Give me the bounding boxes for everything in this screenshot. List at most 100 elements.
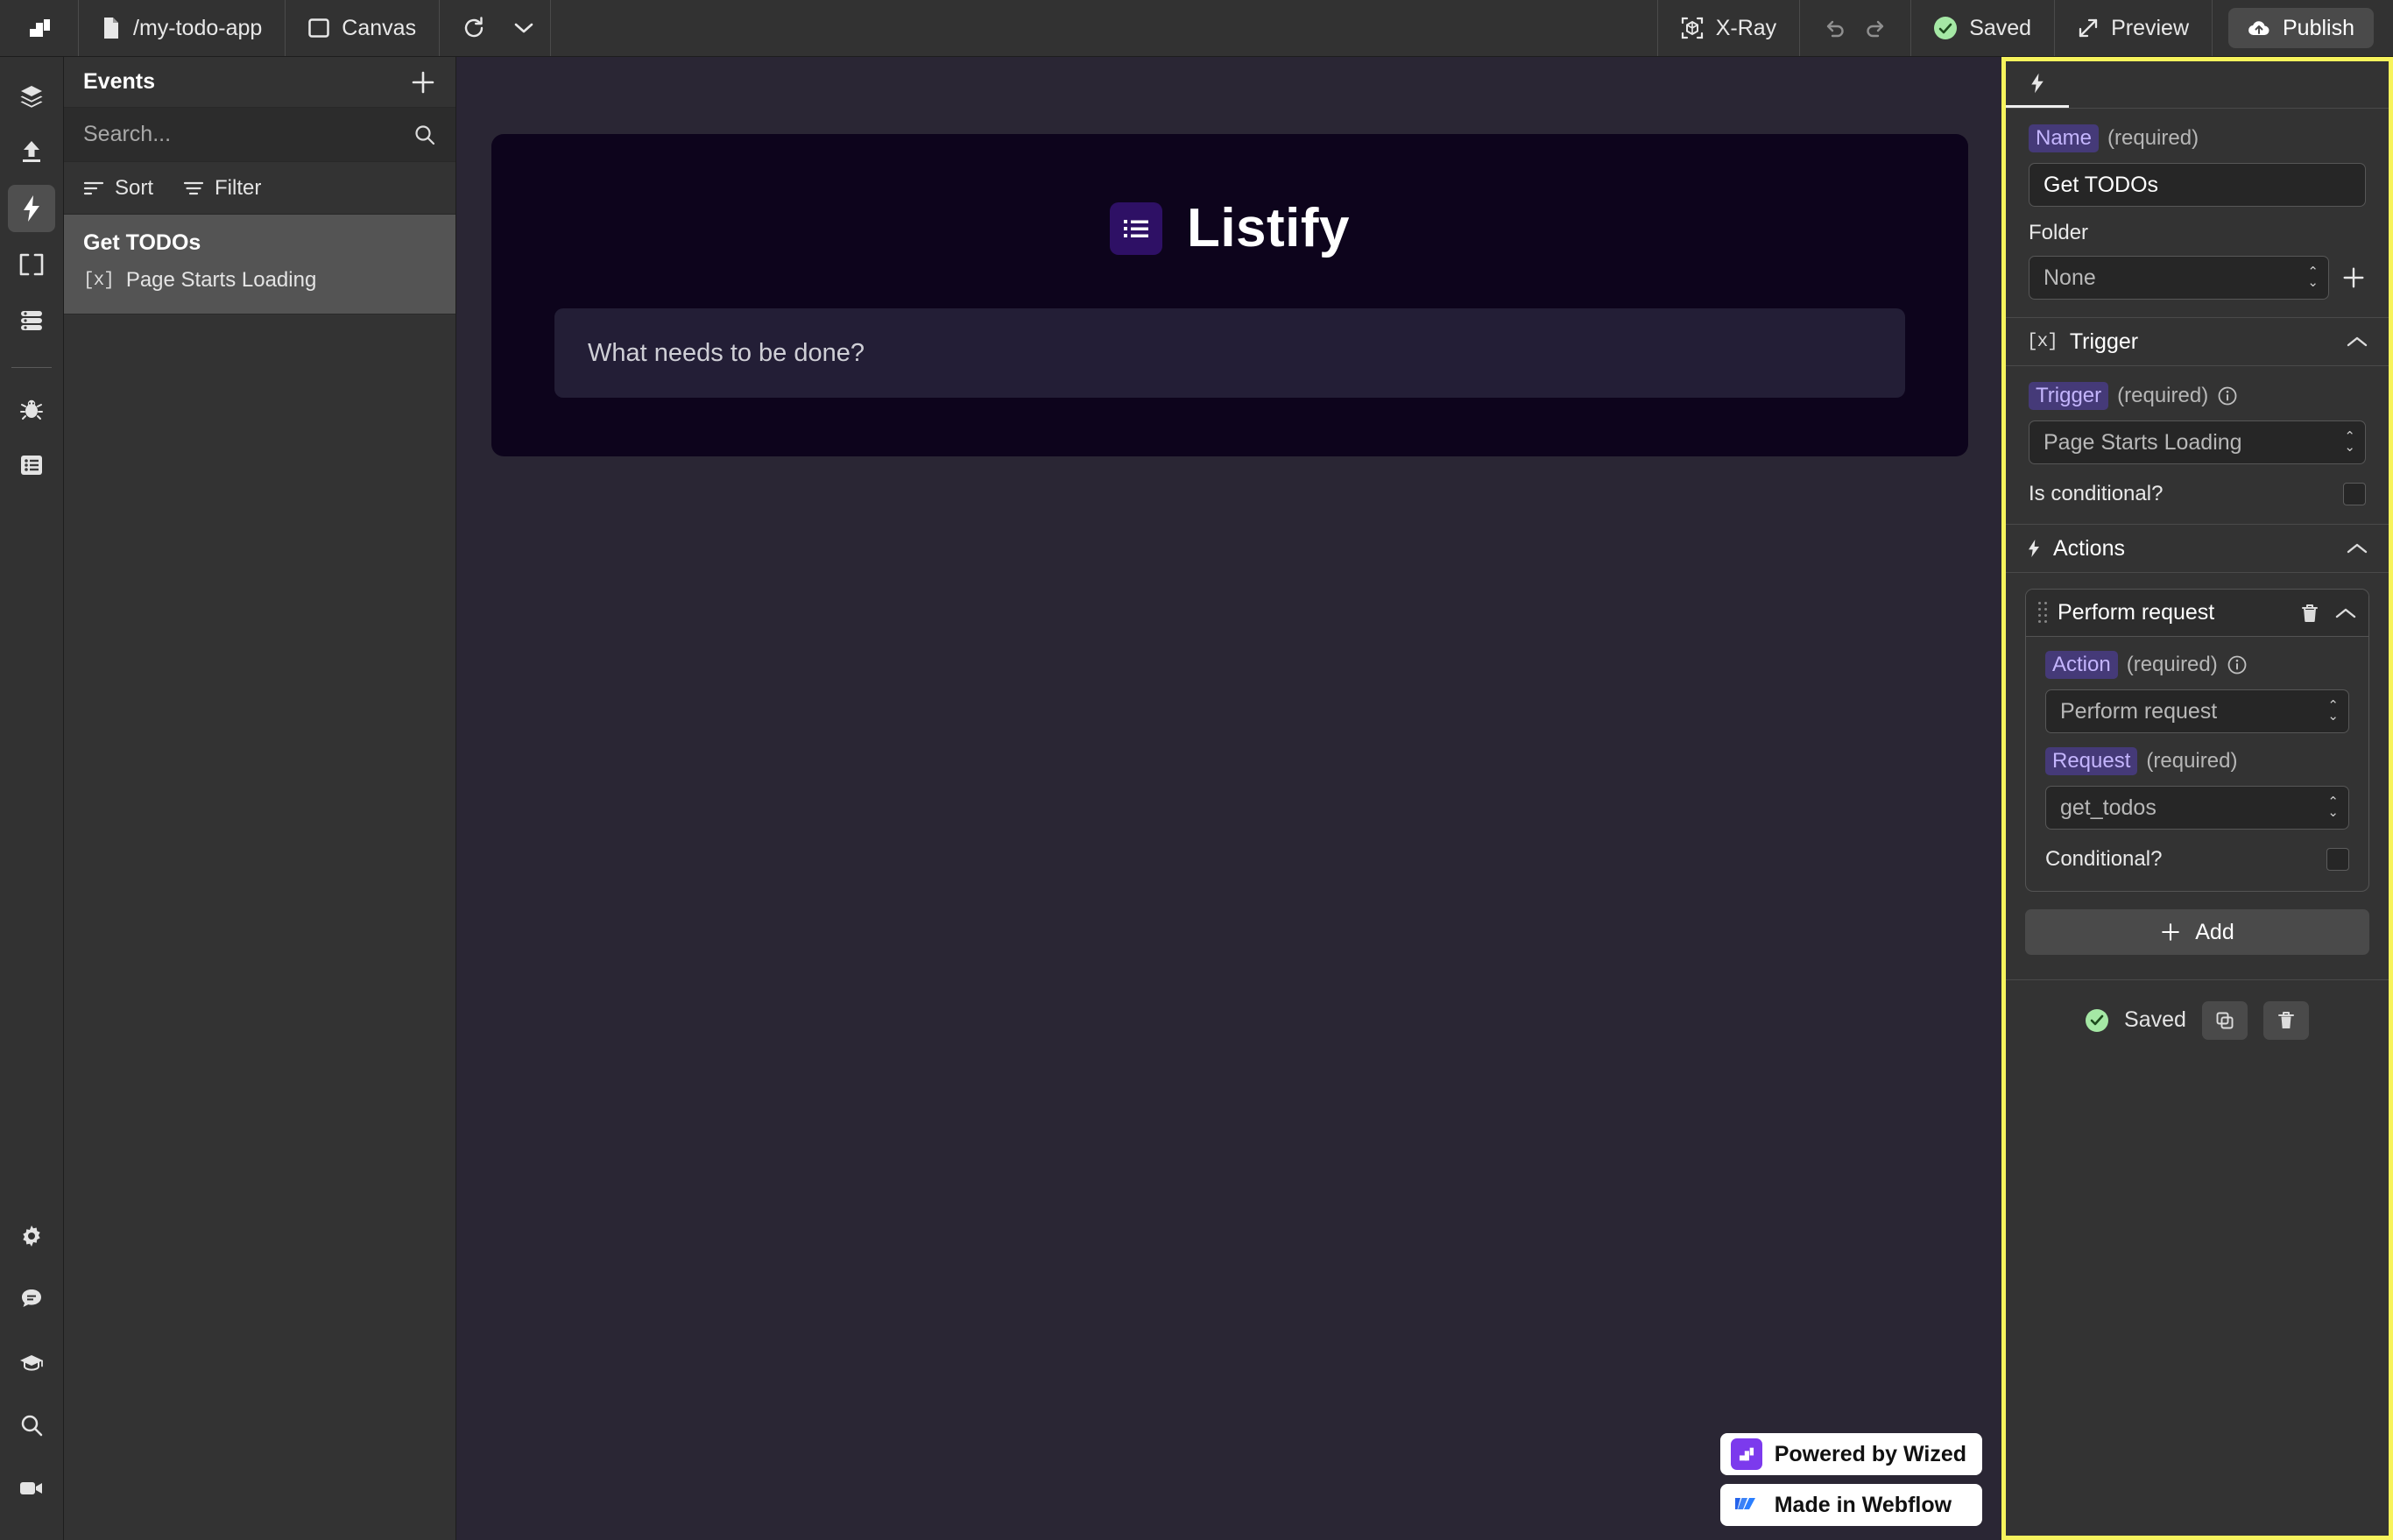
canvas-area[interactable]: Listify What needs to be done? Powered b… [456, 57, 2001, 1540]
trigger-select-value: Page Starts Loading [2044, 429, 2242, 455]
sidebar-item-search[interactable] [8, 1402, 55, 1449]
expand-arrow-icon [2078, 18, 2099, 39]
trigger-select[interactable]: Page Starts Loading [2029, 420, 2366, 464]
plus-icon[interactable] [2341, 265, 2366, 290]
action-select[interactable]: Perform request [2045, 689, 2349, 733]
sidebar-item-layers[interactable] [8, 73, 55, 120]
list-panel-icon [19, 454, 44, 477]
event-name-input[interactable] [2029, 163, 2366, 207]
saved-status: Saved [1911, 0, 2056, 56]
undo-arrow-icon[interactable] [1823, 18, 1846, 39]
inspector-tabs [2006, 61, 2389, 109]
graduation-cap-icon [18, 1352, 45, 1373]
canvas-tab[interactable]: Canvas [286, 0, 441, 56]
plus-icon[interactable] [410, 69, 436, 95]
sidebar-item-video[interactable] [8, 1465, 55, 1512]
sort-button[interactable]: Sort [83, 176, 153, 201]
event-name-label: Get TODOs [83, 230, 201, 255]
sidebar-item-settings[interactable] [8, 1212, 55, 1260]
delete-event-button[interactable] [2262, 1000, 2309, 1040]
add-action-button[interactable]: Add [2025, 909, 2369, 955]
filter-icon [183, 180, 204, 196]
site-brand: Listify [491, 197, 1968, 259]
saved-label: Saved [1969, 15, 2032, 40]
refresh-button[interactable] [440, 0, 498, 56]
request-select-value: get_todos [2060, 795, 2157, 820]
duplicate-event-button[interactable] [2201, 1000, 2248, 1040]
trigger-required-label: (required) [2117, 384, 2209, 407]
powered-by-wized-label: Powered by Wized [1774, 1441, 1966, 1466]
search-input[interactable] [83, 122, 405, 147]
page-selector[interactable]: /my-todo-app [79, 0, 286, 56]
wized-logo-icon[interactable] [0, 0, 79, 56]
action-conditional-label: Conditional? [2045, 847, 2163, 871]
rail-divider [11, 367, 52, 368]
action-card-header[interactable]: Perform request [2026, 590, 2368, 637]
refresh-dropdown-button[interactable] [498, 0, 552, 56]
event-trigger-row: [x] Page Starts Loading [83, 268, 436, 293]
check-circle-icon [2086, 1008, 2109, 1032]
sort-icon [83, 180, 104, 196]
sidebar-item-debug[interactable] [8, 385, 55, 433]
preview-button[interactable]: Preview [2055, 0, 2213, 56]
wized-logo-icon [1730, 1438, 1762, 1470]
name-field-chip: Name [2029, 124, 2100, 152]
filter-label: Filter [215, 175, 262, 200]
powered-by-wized-badge[interactable]: Powered by Wized [1719, 1433, 1982, 1475]
actions-section-title: Actions [2053, 535, 2125, 561]
info-icon[interactable] [2217, 385, 2238, 406]
database-icon [18, 309, 45, 332]
action-label-row: Action (required) [2045, 651, 2349, 679]
toolbar-spacer [551, 0, 1658, 56]
sidebar-item-upload[interactable] [8, 129, 55, 176]
name-required-label: (required) [2107, 126, 2199, 150]
actions-section-header[interactable]: Actions [2006, 524, 2389, 573]
events-search-row [64, 108, 455, 162]
trigger-section-header[interactable]: [x] Trigger [2006, 317, 2389, 366]
filter-button[interactable]: Filter [183, 176, 261, 201]
magnifier-icon[interactable] [413, 124, 436, 146]
todo-input-placeholder: What needs to be done? [588, 338, 865, 367]
folder-select[interactable]: None [2029, 256, 2329, 300]
list-item[interactable]: Get TODOs [x] Page Starts Loading [64, 215, 455, 314]
file-icon [102, 17, 121, 39]
app-root: /my-todo-app Canvas X-Ray Saved Preview … [0, 0, 2393, 1540]
sidebar-item-chat[interactable] [8, 1275, 55, 1323]
events-panel: Events Sort [64, 57, 456, 1540]
website-preview-frame[interactable]: Listify What needs to be done? [491, 134, 1968, 456]
trigger-section-title: Trigger [2069, 328, 2139, 354]
trash-icon[interactable] [2300, 603, 2319, 624]
trash-icon [2277, 1010, 2296, 1031]
main-body: Events Sort [0, 57, 2393, 1540]
webflow-logo-icon [1731, 1489, 1762, 1521]
chevron-up-icon[interactable] [2347, 336, 2368, 348]
xray-button[interactable]: X-Ray [1658, 0, 1801, 56]
tab-event[interactable] [2006, 61, 2069, 108]
sidebar-item-requests[interactable] [8, 297, 55, 344]
info-icon[interactable] [2227, 654, 2248, 675]
sidebar-item-events[interactable] [8, 185, 55, 232]
drag-grip-icon[interactable] [2038, 601, 2049, 625]
sidebar-item-logs[interactable] [8, 442, 55, 489]
events-panel-header: Events [64, 57, 455, 108]
preview-label: Preview [2111, 15, 2189, 40]
action-card: Perform request Action (required) Perfor… [2025, 589, 2369, 892]
is-conditional-checkbox[interactable] [2343, 483, 2366, 505]
action-conditional-checkbox[interactable] [2326, 848, 2349, 871]
chevron-up-icon[interactable] [2335, 607, 2356, 619]
refresh-icon [462, 17, 485, 39]
request-select[interactable]: get_todos [2045, 786, 2349, 830]
xray-label: X-Ray [1715, 15, 1777, 40]
made-in-webflow-label: Made in Webflow [1774, 1492, 1952, 1517]
redo-arrow-icon[interactable] [1865, 18, 1888, 39]
sidebar-item-variables[interactable] [8, 241, 55, 288]
chevron-up-icon[interactable] [2347, 542, 2368, 555]
made-in-webflow-badge[interactable]: Made in Webflow [1719, 1484, 1982, 1526]
todo-input-field[interactable]: What needs to be done? [554, 308, 1905, 398]
canvas-label: Canvas [342, 15, 417, 40]
lightning-bolt-icon [21, 194, 42, 223]
publish-button[interactable]: Publish [2228, 8, 2374, 48]
rail-bottom-group [8, 1212, 55, 1540]
chat-bubble-icon [19, 1287, 44, 1311]
sidebar-item-academy[interactable] [8, 1339, 55, 1386]
